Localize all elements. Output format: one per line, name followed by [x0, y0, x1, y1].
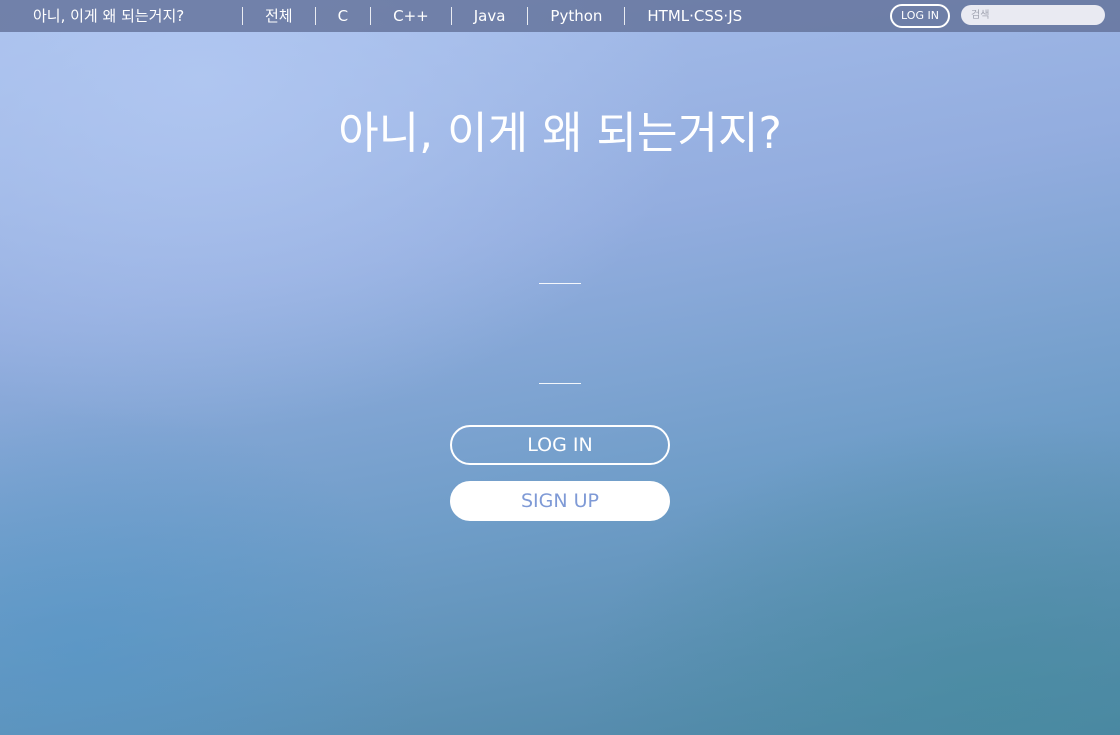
nav-link-cpp[interactable]: C++ [370, 7, 451, 25]
nav-login-button[interactable]: LOG IN [890, 4, 950, 28]
category-nav: 전체 C C++ Java Python HTML·CSS·JS [242, 0, 764, 32]
nav-link-java[interactable]: Java [450, 7, 528, 25]
divider-bottom [539, 383, 581, 384]
page: 아니, 이게 왜 되는거지? 전체 C C++ Java Python HTML… [0, 0, 1120, 735]
hero-title: 아니, 이게 왜 되는거지? [338, 108, 782, 159]
brand-logo-text[interactable]: 아니, 이게 왜 되는거지? [33, 0, 184, 32]
top-navbar: 아니, 이게 왜 되는거지? 전체 C C++ Java Python HTML… [0, 0, 1120, 32]
signup-button[interactable]: SIGN UP [450, 481, 670, 521]
nav-link-python[interactable]: Python [527, 7, 624, 25]
divider-top [539, 283, 581, 284]
nav-link-c[interactable]: C [314, 7, 370, 25]
nav-link-html-css-js[interactable]: HTML·CSS·JS [624, 7, 764, 25]
login-button[interactable]: LOG IN [450, 425, 670, 465]
nav-link-all[interactable]: 전체 [242, 7, 315, 25]
search-input[interactable] [961, 5, 1105, 25]
